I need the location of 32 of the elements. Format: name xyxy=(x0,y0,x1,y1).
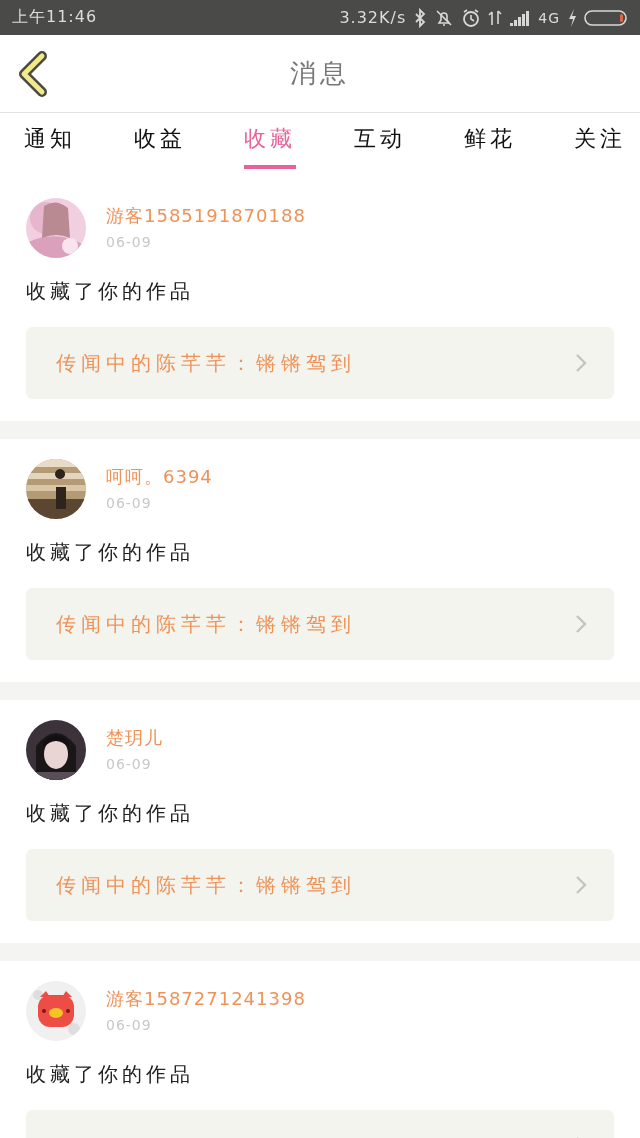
username-link[interactable]: 呵呵。6394 xyxy=(106,465,213,489)
battery-icon xyxy=(584,8,628,27)
tab[interactable]: 通知 xyxy=(24,115,76,169)
back-chevron-icon xyxy=(16,50,50,97)
username-link[interactable]: 楚玥儿 xyxy=(106,726,163,750)
chevron-right-icon xyxy=(574,874,588,896)
username-link[interactable]: 游客1585191870188 xyxy=(106,204,306,228)
username-link[interactable]: 游客1587271241398 xyxy=(106,987,306,1011)
message-text: 收藏了你的作品 xyxy=(26,278,195,305)
network-speed: 3.32K/s xyxy=(339,8,407,27)
work-link[interactable]: 传闻中的陈芊芊：锵锵驾到 xyxy=(26,588,614,660)
message-text: 收藏了你的作品 xyxy=(26,1061,195,1088)
work-link[interactable]: 传闻中的陈芊芊：锵锵驾到 xyxy=(26,327,614,399)
tab[interactable]: 关注 xyxy=(574,115,626,169)
chevron-right-icon xyxy=(574,352,588,374)
back-button[interactable] xyxy=(16,50,50,97)
signal-icon xyxy=(509,8,532,27)
network-type: 4G xyxy=(538,9,560,26)
alarm-icon xyxy=(461,7,482,28)
message-text: 收藏了你的作品 xyxy=(26,800,195,827)
chevron-right-icon xyxy=(574,613,588,635)
tab[interactable]: 鲜花 xyxy=(464,115,516,169)
tab[interactable]: 收益 xyxy=(134,115,186,169)
tab[interactable]: 互动 xyxy=(354,115,406,169)
charging-icon xyxy=(567,7,577,28)
work-link[interactable]: 传闻中的陈芊芊：锵锵驾到 xyxy=(26,849,614,921)
message-text: 收藏了你的作品 xyxy=(26,539,195,566)
page-title: 消息 xyxy=(289,57,351,90)
bluetooth-icon xyxy=(413,7,428,28)
data-transfer-icon xyxy=(488,7,503,28)
tab[interactable]: 收藏 xyxy=(244,115,296,169)
status-time: 上午11:46 xyxy=(12,7,98,28)
